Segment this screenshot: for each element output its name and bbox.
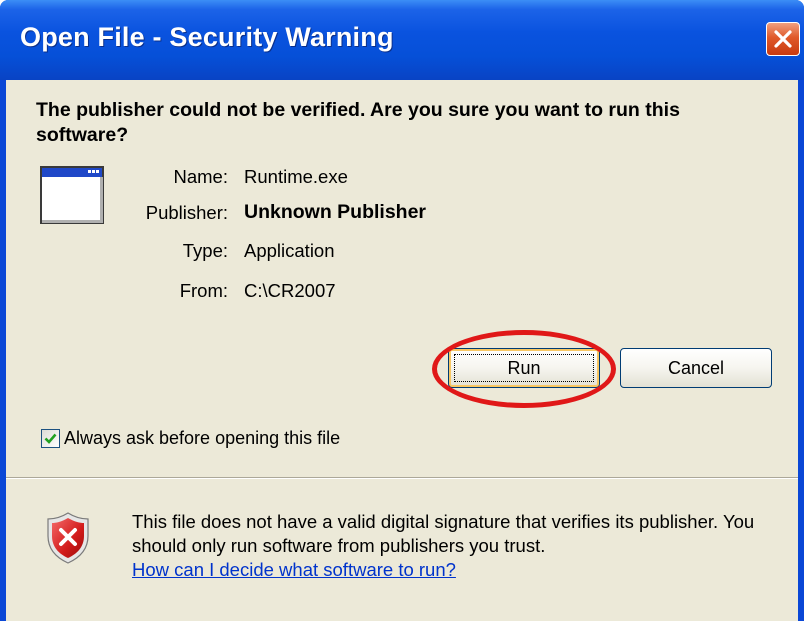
publisher-row: Publisher: (6, 202, 228, 226)
shield-error-icon (47, 512, 89, 564)
security-warning-dialog: Open File - Security Warning The publish… (0, 0, 804, 621)
divider-highlight (6, 478, 798, 479)
name-label: Name: (173, 166, 229, 187)
publisher-label: Publisher: (145, 202, 228, 223)
focus-rectangle (454, 354, 594, 382)
type-label: Type: (182, 240, 228, 261)
type-value: Application (244, 240, 335, 261)
title-bar[interactable]: Open File - Security Warning (0, 0, 804, 80)
cancel-button-label: Cancel (667, 358, 725, 378)
window-title: Open File - Security Warning (20, 22, 394, 52)
verification-question: The publisher could not be verified. Are… (36, 99, 680, 146)
run-button[interactable]: Run (448, 348, 600, 388)
window-border-right (798, 80, 804, 621)
from-value: C:\CR2007 (244, 280, 336, 301)
dialog-body: The publisher could not be verified. Are… (6, 80, 798, 621)
name-row: Name: (6, 166, 229, 190)
publisher-value: Unknown Publisher (244, 201, 427, 223)
signature-warning-text: This file does not have a valid digital … (132, 511, 755, 556)
checkmark-icon (44, 433, 57, 444)
close-icon (774, 30, 792, 48)
from-row: From: (6, 280, 228, 304)
from-label: From: (179, 280, 228, 301)
cancel-button[interactable]: Cancel (620, 348, 772, 388)
close-button[interactable] (766, 22, 800, 56)
always-ask-label[interactable]: Always ask before opening this file (64, 428, 340, 449)
always-ask-checkbox[interactable] (41, 429, 60, 448)
type-row: Type: (6, 240, 228, 264)
help-link[interactable]: How can I decide what software to run? (132, 558, 456, 582)
name-value: Runtime.exe (244, 166, 348, 187)
